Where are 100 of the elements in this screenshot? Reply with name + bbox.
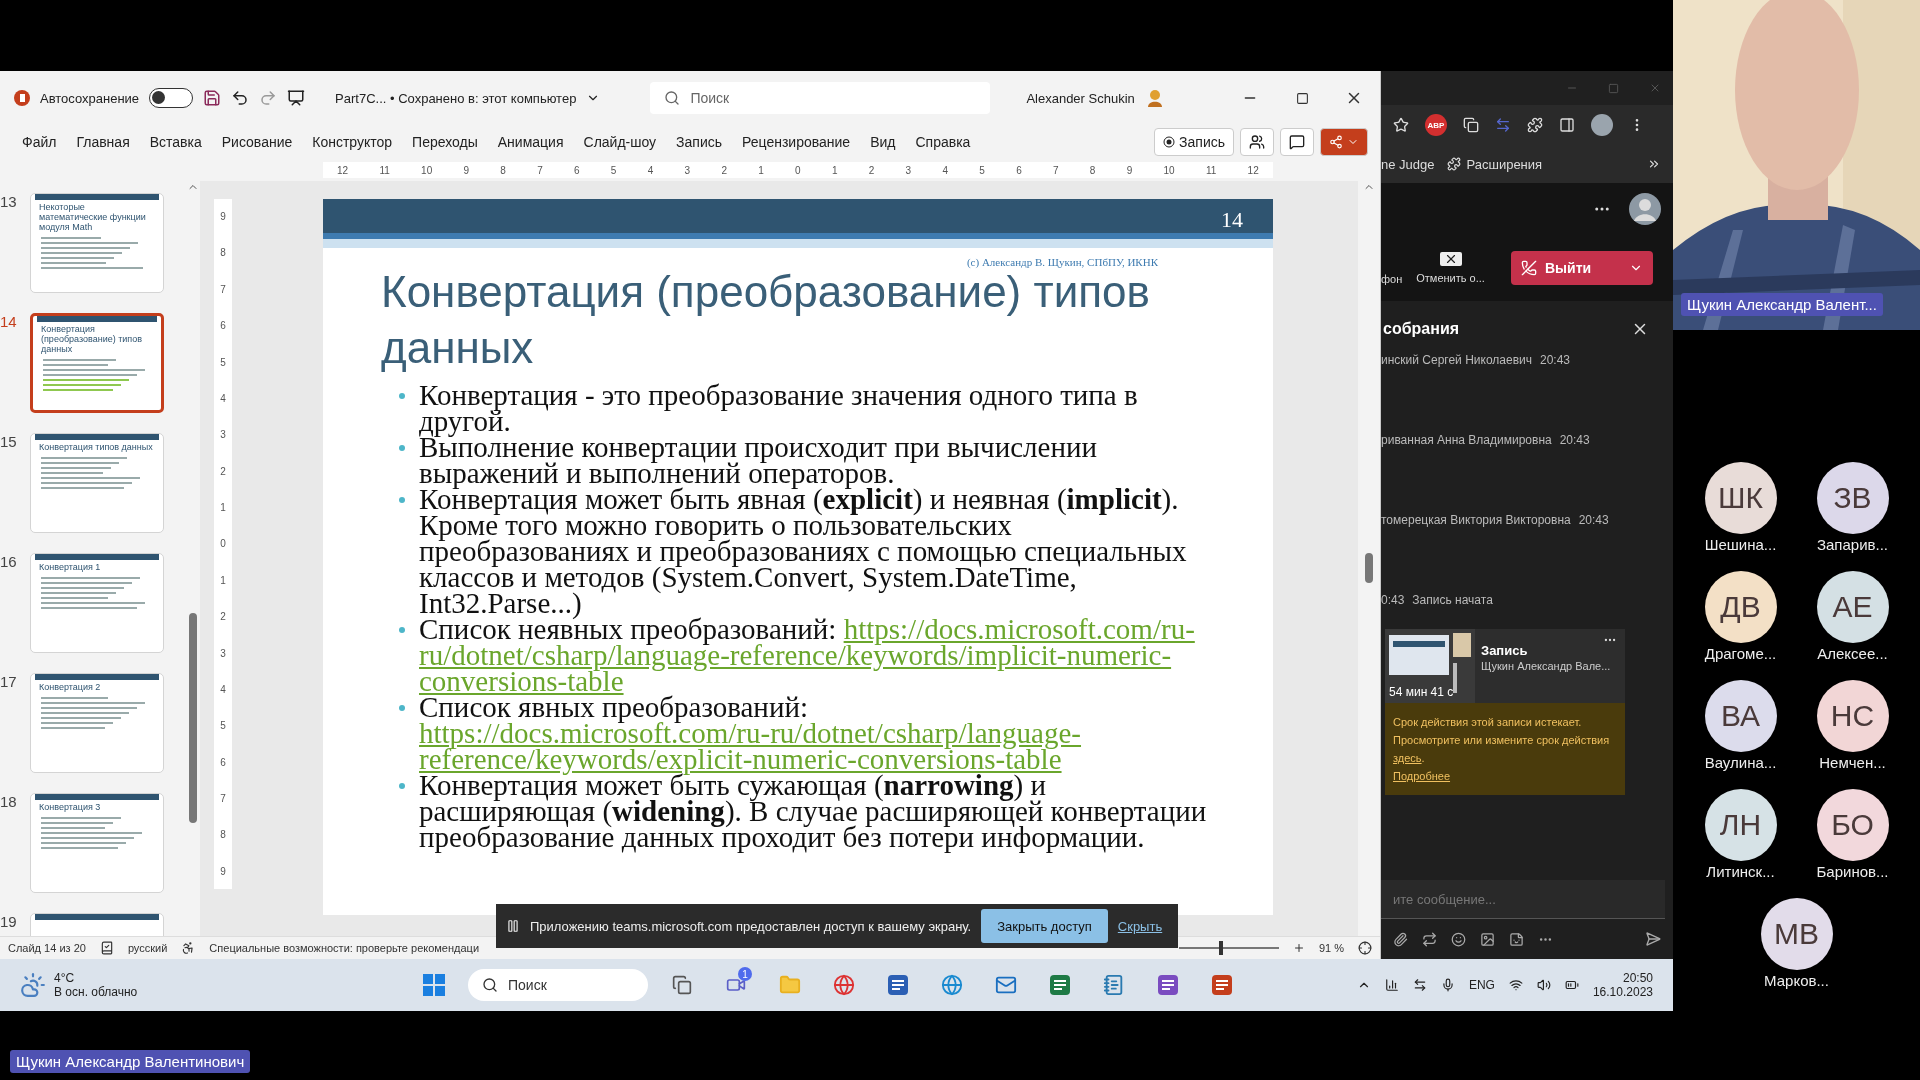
wifi-icon[interactable] (1508, 978, 1523, 992)
arrows-icon[interactable] (1412, 978, 1427, 992)
link[interactable]: Подробнее (1393, 767, 1451, 785)
slide-thumbnail[interactable]: Некоторые математические функции модуля Math (30, 193, 164, 293)
redo-icon[interactable] (259, 89, 278, 107)
task-view-icon[interactable] (672, 975, 692, 995)
ribbon-tab[interactable]: Справка (905, 130, 981, 154)
phone-icon (1521, 260, 1537, 276)
weather-icon[interactable] (20, 972, 46, 998)
browser-icon[interactable] (833, 974, 855, 996)
autosave-toggle[interactable] (149, 88, 194, 108)
taskbar-search[interactable]: Поиск (468, 969, 648, 1001)
language-label[interactable]: русский (127, 942, 168, 954)
teams-button[interactable] (1240, 128, 1274, 156)
link[interactable]: здесь (1393, 752, 1422, 764)
loop-icon[interactable] (1422, 931, 1437, 947)
accessibility-status[interactable]: Специальные возможности: проверьте рекомендаци (209, 942, 480, 954)
ribbon-tab[interactable]: Анимация (487, 130, 574, 154)
bookmark[interactable]: Расширения (1466, 156, 1543, 172)
puzzle-icon[interactable] (1446, 157, 1461, 171)
notebook-icon[interactable] (1103, 974, 1125, 996)
volume-icon[interactable] (1536, 978, 1551, 992)
leave-button[interactable]: Выйти (1511, 251, 1653, 285)
comment-button[interactable] (1280, 128, 1314, 156)
slide-thumbnail[interactable]: Конвертация (преобразование) типов данных (30, 313, 164, 413)
spelling-icon[interactable] (99, 941, 114, 955)
file-title[interactable]: Part7C... • Сохранено в: этот компьютер (335, 90, 577, 106)
save-icon[interactable] (203, 89, 222, 107)
avatar-icon[interactable] (1629, 193, 1661, 225)
scrollbar-thumb[interactable] (189, 613, 197, 823)
event-text: Запись начата (1412, 593, 1493, 607)
fit-icon[interactable] (1358, 941, 1372, 955)
clock[interactable]: 20:50 16.10.2023 (1592, 971, 1653, 999)
share-icon (1329, 135, 1343, 149)
undo-icon[interactable] (231, 89, 250, 107)
event-time: 0:43 (1381, 593, 1405, 607)
side-panel-icon[interactable] (1559, 117, 1575, 133)
search-field[interactable]: Поиск (650, 82, 991, 114)
ribbon-tab[interactable]: Переходы (402, 130, 488, 154)
thumbnail-title: Некоторые математические функции модуля Math (38, 201, 147, 234)
sticker-icon[interactable] (1509, 931, 1524, 947)
participant-name: Немчен... (1819, 754, 1886, 771)
pause-icon[interactable] (506, 919, 520, 933)
ribbon-tab[interactable]: Вставка (139, 130, 212, 154)
slide-thumbnail[interactable]: Конвертация 2 (30, 673, 164, 773)
globe-icon[interactable] (941, 974, 963, 996)
ribbon-tab[interactable]: Файл (12, 130, 67, 154)
maximize-icon[interactable] (1295, 91, 1309, 105)
puzzle-icon[interactable] (1527, 117, 1543, 133)
slide-thumbnail[interactable]: Конвертация 3 (30, 793, 164, 893)
extension-button[interactable]: ABP (1425, 114, 1447, 136)
share-button[interactable] (1320, 128, 1368, 156)
recording-card[interactable]: 54 мин 41 с Запись Щукин Александр Вале... (1385, 629, 1625, 703)
attach-icon[interactable] (1393, 931, 1408, 947)
chart-icon[interactable] (1384, 978, 1399, 992)
ribbon-tab[interactable]: Конструктор (302, 130, 403, 154)
document-icon[interactable] (886, 973, 910, 997)
microphone-icon[interactable] (1440, 978, 1455, 992)
stop-sharing-button[interactable]: Закрыть доступ (981, 909, 1108, 943)
ribbon-tab[interactable]: Вид (860, 130, 906, 154)
ribbon-tab[interactable]: Рисование (211, 130, 303, 154)
send-icon[interactable] (1645, 931, 1661, 947)
background-button[interactable]: фон (1381, 251, 1403, 285)
profile-avatar[interactable] (1591, 114, 1613, 136)
zoom-in-icon[interactable] (1292, 942, 1305, 954)
message-time: 20:43 (1578, 513, 1609, 527)
scrollbar-thumb[interactable] (1365, 553, 1373, 583)
hide-link[interactable]: Скрыть (1117, 918, 1163, 934)
code-editor-icon[interactable] (1156, 973, 1180, 997)
bookmark[interactable]: ne Judge (1381, 156, 1435, 172)
ribbon-tab[interactable]: Рецензирование (732, 130, 861, 154)
accessibility-icon[interactable] (181, 941, 196, 955)
ribbon-tab[interactable]: Слайд-шоу (573, 130, 667, 154)
start-icon[interactable] (423, 974, 445, 996)
gif-icon[interactable] (1480, 931, 1495, 947)
ruler-number: 5 (220, 356, 226, 368)
ribbon-tab[interactable]: Запись (666, 130, 733, 154)
spreadsheet-icon[interactable] (1048, 973, 1072, 997)
slide-thumbnail[interactable]: Конвертация типов данных (30, 433, 164, 533)
ribbon-tab[interactable]: Главная (66, 130, 140, 154)
input-language[interactable]: ENG (1468, 978, 1495, 992)
battery-icon[interactable] (1564, 978, 1579, 992)
slides-icon[interactable] (1210, 973, 1234, 997)
cancel-button[interactable]: Отменить о... (1416, 252, 1485, 284)
zoom-slider-thumb[interactable] (1218, 941, 1223, 955)
ruler-number: 4 (942, 164, 948, 176)
slide-thumbnail[interactable]: Конвертация 1 (30, 553, 164, 653)
slide-number: 19 (0, 913, 18, 930)
mail-icon[interactable] (995, 974, 1017, 996)
star-icon[interactable] (1393, 117, 1409, 133)
present-icon[interactable] (287, 89, 306, 107)
ruler-number: 6 (220, 756, 226, 768)
participant-name: Марков... (1764, 972, 1829, 989)
emoji-icon[interactable] (1451, 931, 1466, 947)
record-button[interactable]: Запись (1154, 128, 1234, 156)
participant-name: Алексее... (1817, 645, 1888, 662)
more-bookmarks-icon[interactable] (1647, 157, 1661, 171)
participant-name: Ваулина... (1704, 754, 1777, 771)
thumbnail-title: Конвертация типов данных (38, 441, 154, 454)
extension-icon[interactable] (1463, 117, 1479, 133)
